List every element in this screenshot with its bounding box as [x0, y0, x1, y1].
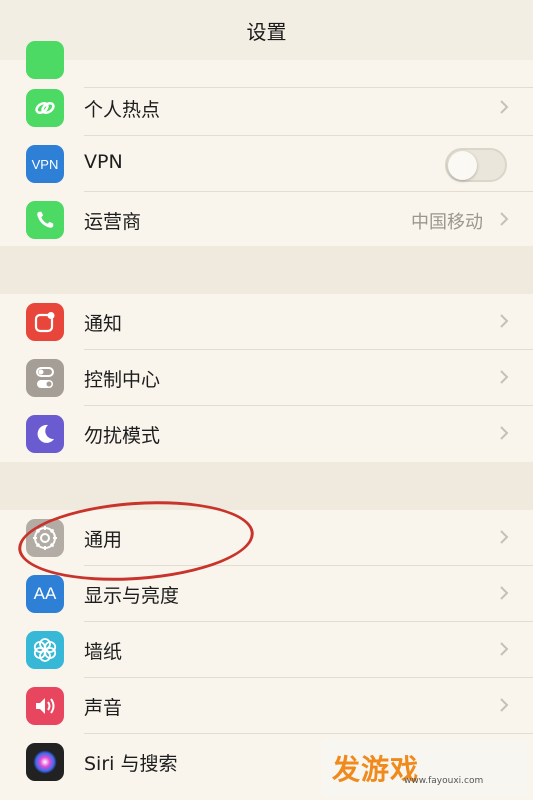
flower-icon [26, 631, 64, 669]
chevron-right-icon [500, 586, 509, 600]
vpn-label: VPN [84, 151, 123, 173]
notifications-row[interactable]: 通知 [0, 294, 533, 350]
toggle-knob [448, 151, 477, 180]
control-center-label: 控制中心 [84, 369, 161, 391]
siri-icon [26, 743, 64, 781]
wallpaper-label: 墙纸 [84, 641, 123, 663]
wallpaper-row[interactable]: 墙纸 [0, 622, 533, 678]
watermark-url: www.fayouxi.com [404, 776, 484, 786]
control-center-row[interactable]: 控制中心 [0, 350, 533, 406]
chevron-right-icon [500, 426, 509, 440]
vpn-row: VPN VPN [0, 136, 533, 192]
sounds-row[interactable]: 声音 [0, 678, 533, 734]
display-label: 显示与亮度 [84, 585, 180, 607]
dnd-row[interactable]: 勿扰模式 [0, 406, 533, 462]
hotspot-row[interactable]: 个人热点 [0, 80, 533, 136]
chevron-right-icon [500, 642, 509, 656]
chevron-right-icon [500, 314, 509, 328]
watermark: 发游戏 www.fayouxi.com [322, 740, 527, 796]
hotspot-label: 个人热点 [84, 99, 161, 121]
notifications-group: 通知 控制中心 勿扰模式 [0, 294, 533, 462]
vpn-icon: VPN [26, 145, 64, 183]
phone-icon [26, 201, 64, 239]
chevron-right-icon [500, 530, 509, 544]
vpn-icon-text: VPN [31, 156, 59, 172]
siri-label: Siri 与搜索 [84, 753, 178, 775]
carrier-row[interactable]: 运营商 中国移动 [0, 192, 533, 248]
dnd-label: 勿扰模式 [84, 425, 161, 447]
chevron-right-icon [500, 698, 509, 712]
section-separator [0, 462, 533, 510]
chevron-right-icon [500, 100, 509, 114]
switches-icon [26, 359, 64, 397]
carrier-value: 中国移动 [411, 212, 483, 233]
chevron-right-icon [500, 370, 509, 384]
section-separator [0, 246, 533, 294]
sounds-label: 声音 [84, 697, 123, 719]
connectivity-group: 个人热点 VPN VPN 运营商 中国移动 [0, 41, 533, 248]
speaker-icon [26, 687, 64, 725]
notifications-label: 通知 [84, 313, 123, 335]
carrier-label: 运营商 [84, 211, 142, 233]
display-icon-text: AA [33, 584, 57, 603]
notification-icon [26, 303, 64, 341]
cellular-icon [26, 41, 64, 79]
vpn-toggle[interactable] [445, 148, 507, 182]
hotspot-link-icon [26, 89, 64, 127]
moon-icon [26, 415, 64, 453]
chevron-right-icon [500, 212, 509, 226]
display-brightness-icon: AA [26, 575, 64, 613]
